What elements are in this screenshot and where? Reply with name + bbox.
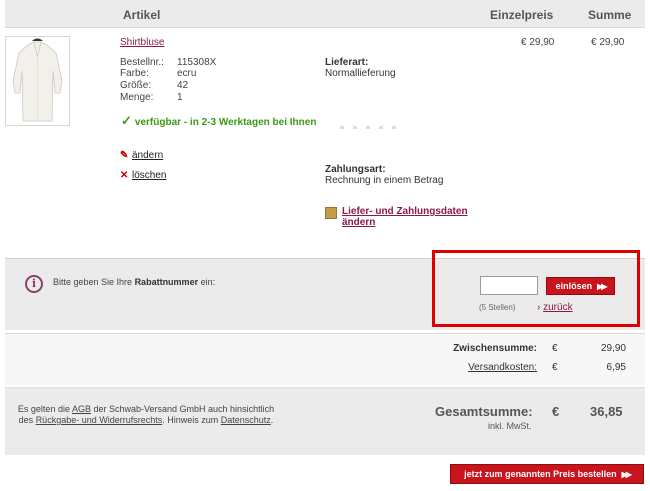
double-chevron-right-icon: ▶▶: [597, 281, 607, 291]
back-link[interactable]: › zurück: [537, 302, 573, 313]
pencil-icon: ✎: [120, 150, 129, 161]
grand-total-label: Gesamtsumme:: [435, 404, 533, 419]
delete-item-link[interactable]: ✕ löschen: [120, 170, 166, 181]
availability-status: ✓ verfügbar - in 2-3 Werktagen bei Ihnen: [121, 113, 317, 128]
blurred-text: [340, 121, 410, 129]
shipping-value: 6,95: [606, 362, 626, 373]
code-length-hint: (5 Stellen): [479, 303, 516, 312]
column-summe: Summe: [588, 8, 632, 22]
double-chevron-right-icon: ▶▶: [621, 469, 632, 479]
subtotal-value: 29,90: [600, 343, 626, 354]
discount-code-input[interactable]: [480, 276, 538, 295]
privacy-link[interactable]: Datenschutz: [221, 415, 271, 425]
spec-row: Menge: 1: [120, 92, 183, 103]
product-image[interactable]: [5, 36, 70, 126]
spec-row: Größe: 42: [120, 80, 189, 91]
subtotal-label: Zwischensumme:: [453, 343, 537, 354]
discount-prompt: Bitte geben Sie Ihre Rabattnummer ein:: [53, 277, 216, 287]
zahlungsart: Zahlungsart: Rechnung in einem Betrag: [325, 164, 444, 186]
unit-price: € 29,90: [521, 37, 555, 48]
chevron-right-icon: ›: [537, 302, 541, 313]
return-policy-link[interactable]: Rückgabe- und Widerrufsrechts: [36, 415, 163, 425]
lieferart: Lieferart: Normallieferung: [325, 57, 396, 79]
change-delivery-payment-link[interactable]: Liefer- und Zahlungsdaten ändern: [325, 206, 472, 228]
grand-total-currency: €: [552, 404, 560, 419]
column-einzelpreis: Einzelpreis: [490, 8, 554, 22]
redeem-button[interactable]: einlösen ▶▶: [546, 277, 615, 295]
blouse-image: [12, 38, 63, 122]
info-icon: i: [25, 275, 43, 293]
line-total: € 29,90: [591, 37, 625, 48]
place-order-button[interactable]: jetzt zum genannten Preis bestellen ▶▶: [450, 464, 644, 484]
product-name-link[interactable]: Shirtbluse: [120, 37, 164, 48]
spec-row: Bestellnr.: 115308X: [120, 57, 217, 68]
grand-total-value: 36,85: [590, 404, 623, 419]
shipping-costs-link[interactable]: Versandkosten:: [440, 362, 537, 373]
column-artikel: Artikel: [123, 8, 161, 22]
cart-table-header: Artikel Einzelpreis Summe: [5, 0, 645, 28]
subtotal-currency: €: [552, 343, 558, 354]
spec-row: Farbe: ecru: [120, 68, 197, 79]
legal-notice: Es gelten die AGB der Schwab-Versand Gmb…: [17, 404, 275, 425]
tax-note: inkl. MwSt.: [488, 421, 532, 431]
package-icon: [325, 207, 337, 219]
delete-x-icon: ✕: [120, 170, 129, 181]
agb-link[interactable]: AGB: [72, 404, 91, 414]
checkmark-icon: ✓: [121, 113, 132, 128]
subtotal-section: [5, 333, 645, 385]
edit-item-link[interactable]: ✎ ändern: [120, 150, 163, 161]
shipping-currency: €: [552, 362, 558, 373]
